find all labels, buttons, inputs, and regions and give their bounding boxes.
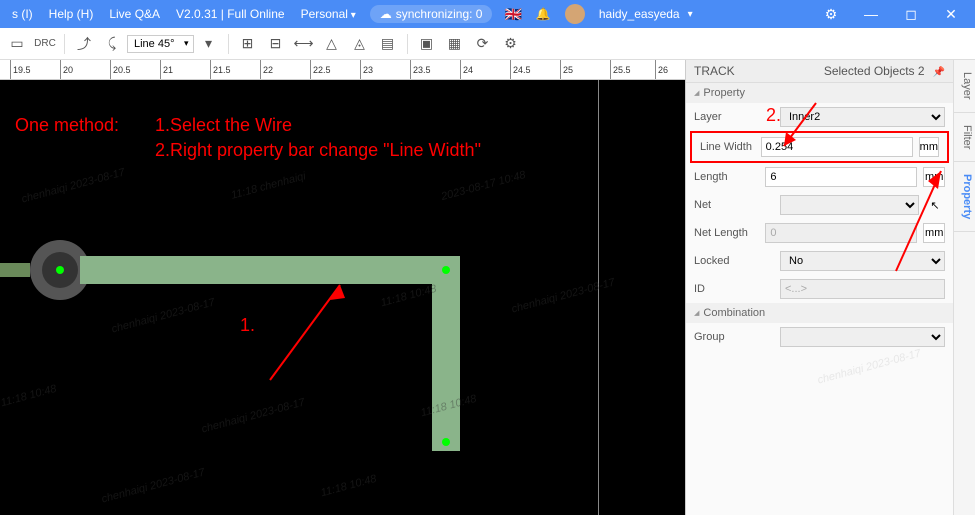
track-node-2[interactable] <box>442 438 450 446</box>
panel-title: TRACK <box>694 64 735 78</box>
avatar[interactable] <box>565 4 585 24</box>
layer-select[interactable]: Inner2 <box>780 107 945 127</box>
language-flag-icon[interactable]: 🇬🇧 <box>504 6 521 23</box>
tab-property[interactable]: Property <box>954 162 975 232</box>
annotation-title: One method: <box>15 115 119 136</box>
group-select[interactable] <box>780 327 945 347</box>
row-linewidth: Line Width mm <box>690 131 949 163</box>
tool-dim2-icon[interactable]: △ <box>319 31 345 57</box>
row-group: Group <box>686 323 953 351</box>
length-input[interactable] <box>765 167 917 187</box>
cursor-icon[interactable]: ↖ <box>925 199 945 212</box>
row-layer: Layer Inner2 <box>686 103 953 131</box>
annotation-num2: 2. <box>766 105 781 126</box>
pcb-canvas[interactable]: One method: 1.Select the Wire 2.Right pr… <box>0 80 685 515</box>
tool-refresh-icon[interactable]: ⟳ <box>470 31 496 57</box>
track-horizontal[interactable] <box>80 256 460 284</box>
track-vertical[interactable] <box>432 256 460 451</box>
row-locked: Locked No <box>686 247 953 275</box>
tool-dim1-icon[interactable]: ⟷ <box>291 31 317 57</box>
tab-layer[interactable]: Layer <box>954 60 975 113</box>
tool-settings-icon[interactable]: ⚙ <box>498 31 524 57</box>
menu-item-s[interactable]: s (I) <box>4 7 41 21</box>
row-netlength: Net Length mm <box>686 219 953 247</box>
annotation-step2: 2.Right property bar change "Line Width" <box>155 140 481 161</box>
canvas-area: 19.5 20 20.5 21 21.5 22 22.5 23 23.5 24 … <box>0 60 685 515</box>
version-label: V2.0.31 | Full Online <box>168 7 293 21</box>
track-node-1[interactable] <box>442 266 450 274</box>
window-maximize-icon[interactable]: ◻ <box>891 6 931 23</box>
tool-align2-icon[interactable]: ⊟ <box>263 31 289 57</box>
tool-import1-icon[interactable]: ▣ <box>414 31 440 57</box>
section-combination[interactable]: Combination <box>686 303 953 323</box>
tab-filter[interactable]: Filter <box>954 113 975 162</box>
annotation-num1: 1. <box>240 315 255 336</box>
horizontal-ruler: 19.5 20 20.5 21 21.5 22 22.5 23 23.5 24 … <box>0 60 685 80</box>
netlength-input <box>765 223 917 243</box>
panel-header: TRACK Selected Objects 2 📌 <box>686 60 953 83</box>
id-input <box>780 279 945 299</box>
drc-button[interactable]: DRC <box>32 31 58 57</box>
tool-align1-icon[interactable]: ⊞ <box>235 31 261 57</box>
section-property[interactable]: Property <box>686 83 953 103</box>
title-bar: s (I) Help (H) Live Q&A V2.0.31 | Full O… <box>0 0 975 28</box>
annotation-step1: 1.Select the Wire <box>155 115 292 136</box>
tool-dim3-icon[interactable]: ◬ <box>347 31 373 57</box>
arrow-1-icon <box>260 270 360 390</box>
property-panel: TRACK Selected Objects 2 📌 Property 2. La… <box>685 60 975 515</box>
sync-status[interactable]: synchronizing: 0 <box>370 5 493 23</box>
window-close-icon[interactable]: ✕ <box>931 6 971 23</box>
username-label[interactable]: haidy_easyeda <box>591 7 688 21</box>
menu-qa[interactable]: Live Q&A <box>101 7 168 21</box>
tool-import2-icon[interactable]: ▦ <box>442 31 468 57</box>
tool-dropdown-icon[interactable]: ▾ <box>196 31 222 57</box>
tool-route-icon[interactable]: ⤴ <box>71 31 97 57</box>
net-select[interactable] <box>780 195 919 215</box>
tool-rect-icon[interactable]: ▭ <box>4 31 30 57</box>
gear-icon[interactable]: ⚙ <box>811 6 851 23</box>
locked-select[interactable]: No <box>780 251 945 271</box>
row-net: Net ↖ <box>686 191 953 219</box>
bell-icon[interactable]: 🔔 <box>528 7 559 21</box>
track-left <box>0 263 30 277</box>
panel-subtitle: Selected Objects 2 <box>824 64 925 78</box>
toolbar: ▭ DRC ⤴ ⤹ Line 45° ▾ ⊞ ⊟ ⟷ △ ◬ ▤ ▣ ▦ ⟳ ⚙ <box>0 28 975 60</box>
row-id: ID <box>686 275 953 303</box>
side-tabs: Layer Filter Property <box>953 60 975 515</box>
account-dropdown[interactable]: Personal <box>293 7 364 21</box>
linewidth-input[interactable] <box>761 137 913 157</box>
pin-icon[interactable]: 📌 <box>933 67 945 78</box>
line-angle-select[interactable]: Line 45° <box>127 35 194 53</box>
tool-route2-icon[interactable]: ⤹ <box>99 31 125 57</box>
window-minimize-icon[interactable]: — <box>851 6 891 22</box>
tool-layers-icon[interactable]: ▤ <box>375 31 401 57</box>
row-length: Length mm <box>686 163 953 191</box>
menu-help[interactable]: Help (H) <box>41 7 102 21</box>
